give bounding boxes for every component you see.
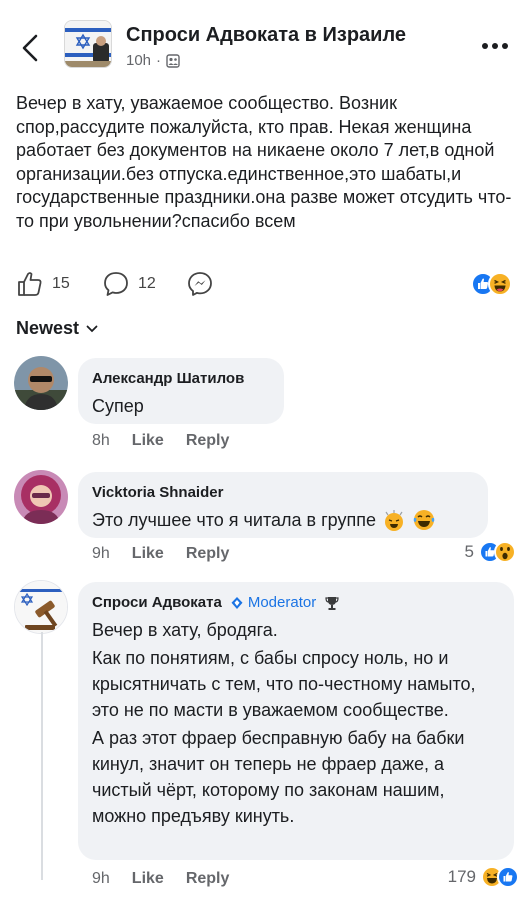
group-name[interactable]: Спроси Адвоката в Израиле bbox=[126, 24, 406, 47]
post-text: Вечер в хату, уважаемое сообщество. Возн… bbox=[16, 93, 512, 231]
comment-text-row: Это лучшее что я читала в группе bbox=[92, 507, 474, 533]
comment-sort-dropdown[interactable]: Newest bbox=[16, 318, 99, 339]
post-meta: 10h · bbox=[126, 52, 180, 69]
commenter-name[interactable]: Спроси Адвоката bbox=[92, 594, 222, 611]
comment-bubble: Спроси Адвоката Moderator Вечер в хату, … bbox=[78, 582, 514, 860]
haha-reaction-icon bbox=[488, 272, 512, 296]
moderator-avatar[interactable] bbox=[14, 580, 68, 634]
comment-time[interactable]: 9h bbox=[92, 870, 110, 888]
more-horizontal-icon bbox=[482, 43, 508, 49]
comment-time[interactable]: 9h bbox=[92, 545, 110, 563]
messenger-share-button[interactable] bbox=[186, 268, 214, 300]
comment-time[interactable]: 8h bbox=[92, 432, 110, 450]
comment-text-line: Как по понятиям, с бабы спросу ноль, но … bbox=[92, 648, 476, 720]
reaction-count: 5 bbox=[464, 542, 474, 561]
praying-laugh-emoji-icon bbox=[384, 510, 403, 531]
comment-meta: 9h Like Reply bbox=[92, 545, 251, 563]
chevron-left-icon bbox=[22, 34, 38, 62]
reaction-count: 179 bbox=[447, 867, 476, 886]
more-options-button[interactable] bbox=[480, 38, 510, 54]
chevron-down-icon bbox=[86, 325, 98, 332]
comment-meta: 8h Like Reply bbox=[92, 432, 251, 450]
meta-separator: · bbox=[156, 52, 162, 69]
commenter-avatar[interactable] bbox=[14, 356, 68, 410]
comment-button[interactable]: 12 bbox=[102, 268, 156, 300]
thumbs-up-icon bbox=[18, 272, 42, 296]
post-actions: 15 12 bbox=[0, 268, 528, 300]
thread-line bbox=[41, 632, 43, 880]
comment-like-button[interactable]: Like bbox=[132, 870, 164, 888]
wow-reaction-icon bbox=[494, 541, 516, 563]
trophy-icon bbox=[325, 596, 339, 610]
like-reaction-icon bbox=[497, 866, 519, 888]
sort-label: Newest bbox=[16, 318, 80, 338]
commenter-avatar[interactable] bbox=[14, 470, 68, 524]
back-button[interactable] bbox=[14, 30, 50, 66]
comment-text-line: А раз этот фраер бесправную бабу на бабк… bbox=[92, 728, 465, 826]
comment-reply-button[interactable]: Reply bbox=[186, 870, 230, 888]
like-button[interactable]: 15 bbox=[16, 268, 70, 300]
post-time[interactable]: 10h bbox=[126, 52, 151, 69]
tears-of-joy-emoji-icon bbox=[413, 510, 435, 530]
comment-bubble: Vicktoria Shnaider Это лучшее что я чита… bbox=[78, 472, 488, 538]
comment-reply-button[interactable]: Reply bbox=[186, 432, 230, 450]
comment-like-button[interactable]: Like bbox=[132, 432, 164, 450]
comment-bubble: Александр Шатилов Супер bbox=[78, 358, 284, 424]
comment-count: 12 bbox=[138, 275, 156, 292]
like-count: 15 bbox=[52, 275, 70, 292]
comment-text: Это лучшее что я читала в группе bbox=[92, 510, 376, 530]
comment-text-line: Вечер в хату, бродяга. bbox=[92, 620, 278, 640]
commenter-name[interactable]: Александр Шатилов bbox=[92, 370, 270, 387]
messenger-icon bbox=[188, 272, 212, 296]
comment-reactions[interactable]: 5 bbox=[465, 540, 518, 564]
comment-like-button[interactable]: Like bbox=[132, 545, 164, 563]
commenter-name-row: Спроси Адвоката Moderator bbox=[92, 594, 500, 611]
comment-icon bbox=[104, 272, 128, 296]
moderator-shield-icon bbox=[231, 596, 243, 609]
moderator-badge: Moderator bbox=[230, 594, 316, 611]
post-header: Спроси Адвоката в Израиле 10h · bbox=[0, 0, 528, 84]
comment-meta: 9h Like Reply bbox=[92, 870, 251, 888]
comment-text: Супер bbox=[92, 396, 144, 416]
comment-reactions[interactable]: 179 bbox=[448, 865, 520, 889]
group-privacy-icon bbox=[166, 53, 180, 68]
commenter-name[interactable]: Vicktoria Shnaider bbox=[92, 484, 474, 501]
group-avatar[interactable] bbox=[64, 20, 112, 68]
moderator-label: Moderator bbox=[247, 594, 317, 611]
comment-reply-button[interactable]: Reply bbox=[186, 545, 230, 563]
post-reactions[interactable] bbox=[470, 271, 514, 297]
